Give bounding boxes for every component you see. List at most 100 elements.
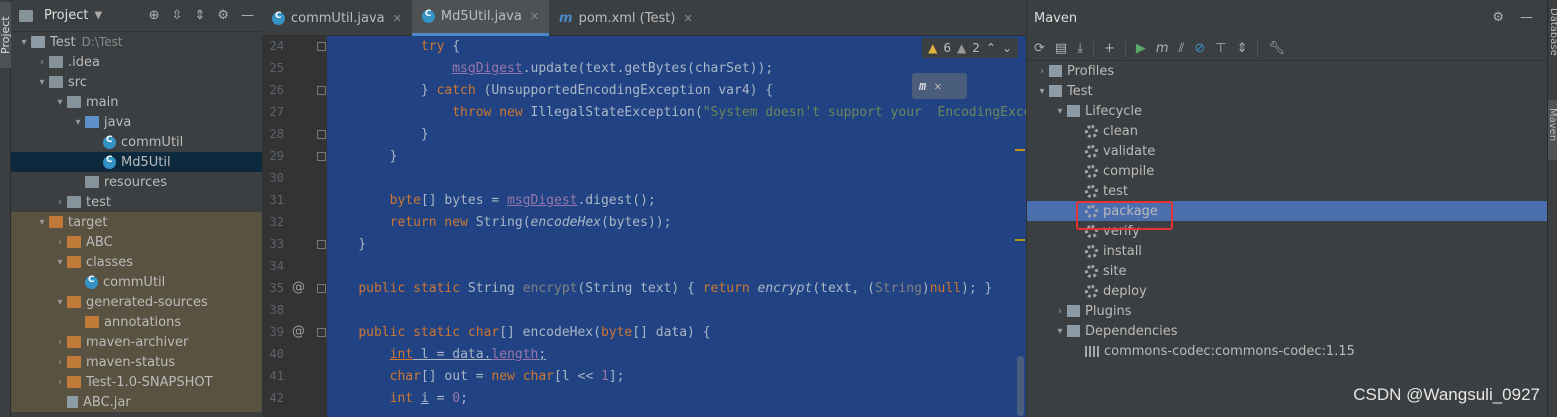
code-line[interactable]: } [327,146,398,168]
maven-tree-item[interactable]: › Profiles [1027,61,1547,81]
expand-arrow-icon[interactable]: ▾ [53,257,67,268]
project-tree-item[interactable]: commUtil [11,272,262,292]
expand-arrow-icon[interactable]: › [53,197,67,208]
line-number[interactable]: 33 [262,237,284,251]
line-number[interactable]: 42 [262,391,284,405]
hide-icon[interactable]: — [1520,10,1533,25]
code-line[interactable]: char[] out = new char[l << 1]; [327,366,625,388]
project-tree-item[interactable]: annotations [11,312,262,332]
project-tree-item[interactable]: ABC.jar [11,392,262,412]
expand-arrow-icon[interactable]: ▾ [1053,326,1067,337]
line-number[interactable]: 31 [262,193,284,207]
expand-arrow-icon[interactable]: › [53,337,67,348]
editor-tab[interactable]: m pom.xml (Test) ✕ [549,0,703,36]
project-tree-item[interactable]: › maven-status [11,352,262,372]
add-icon[interactable]: + [1104,41,1115,56]
project-tree-item[interactable]: commUtil [11,132,262,152]
expand-arrow-icon[interactable]: ▾ [35,77,49,88]
line-number[interactable]: 30 [262,171,284,185]
expand-arrow-icon[interactable]: ▾ [35,217,49,228]
editor-tab[interactable]: Md5Util.java ✕ [411,0,550,36]
project-panel-title[interactable]: Project [44,8,88,23]
maven-reload-popup[interactable]: m ✕ [912,73,967,99]
wrench-icon[interactable]: 🔧︎ [1268,41,1285,56]
override-marker-icon[interactable]: @ [292,324,305,339]
maven-tree-item[interactable]: ▾ Test [1027,81,1547,101]
database-tool-tab[interactable]: Database [1548,8,1557,56]
warning-mark[interactable] [1015,239,1025,241]
line-number[interactable]: 29 [262,149,284,163]
expand-arrow-icon[interactable]: ▾ [1035,86,1049,97]
expand-arrow-icon[interactable]: ▾ [53,97,67,108]
maven-tree-item[interactable]: compile [1027,161,1547,181]
maven-tree-item[interactable]: validate [1027,141,1547,161]
skip-tests-icon[interactable]: ⊘ [1194,41,1205,56]
project-tree-item[interactable]: › ABC [11,232,262,252]
maven-tree-item[interactable]: › Plugins [1027,301,1547,321]
expand-arrow-icon[interactable]: › [53,237,67,248]
maven-reload-icon[interactable]: m [919,79,926,93]
code-editor[interactable]: ▲ 6 ▲ 2 ⌃ ⌄ m ✕ try { msgDigest.update(tex… [327,36,1026,417]
code-line[interactable]: msgDigest.update(text.getBytes(charSet))… [327,58,773,80]
project-tree-item[interactable]: ▾ main [11,92,262,112]
close-icon[interactable]: ✕ [530,10,539,23]
fold-icon[interactable] [317,328,326,337]
line-number[interactable]: 26 [262,83,284,97]
expand-arrow-icon[interactable]: › [53,377,67,388]
code-line[interactable]: try { [327,36,460,58]
collapse-all-icon[interactable]: ⇕ [1237,41,1248,56]
scrollbar[interactable] [1017,356,1024,416]
chevron-down-icon[interactable]: ▼ [94,10,102,21]
expand-arrow-icon[interactable]: ▾ [71,117,85,128]
fold-icon[interactable] [317,152,326,161]
line-number[interactable]: 39 [262,325,284,339]
run-icon[interactable]: ▶ [1136,41,1146,56]
download-icon[interactable]: ⤓ [1077,41,1083,56]
maven-tree-item[interactable]: install [1027,241,1547,261]
expand-arrow-icon[interactable]: ▾ [1053,106,1067,117]
expand-arrow-icon[interactable]: ▾ [17,37,31,48]
maven-tree-item[interactable]: ▾ Dependencies [1027,321,1547,341]
code-line[interactable]: } catch (UnsupportedEncodingException va… [327,80,773,102]
locate-icon[interactable]: ⊕ [149,8,160,23]
hide-icon[interactable]: — [241,8,254,23]
line-number[interactable]: 32 [262,215,284,229]
project-tree-item[interactable]: ▾ classes [11,252,262,272]
code-line[interactable]: public static char[] encodeHex(byte[] da… [327,322,710,344]
fold-icon[interactable] [317,130,326,139]
project-tree-item[interactable]: ▾ target [11,212,262,232]
fold-icon[interactable] [317,86,326,95]
add-folder-icon[interactable]: ▤ [1055,41,1067,56]
project-tree-item[interactable]: ▾ Test D:\Test [11,32,262,52]
maven-tree-item[interactable]: ▾ Lifecycle [1027,101,1547,121]
line-number[interactable]: 27 [262,105,284,119]
code-line[interactable]: int i = 0; [327,388,468,410]
fold-icon[interactable] [317,284,326,293]
editor-tab[interactable]: commUtil.java ✕ [262,0,412,36]
expand-arrow-icon[interactable]: › [53,357,67,368]
maven-tool-tab[interactable]: Maven [1547,100,1557,160]
chevron-up-icon[interactable]: ⌃ [986,41,996,55]
code-line[interactable]: int l = data.length; [327,344,547,366]
line-number[interactable]: 25 [262,61,284,75]
maven-tree-item[interactable]: site [1027,261,1547,281]
expand-arrow-icon[interactable]: › [35,57,49,68]
gear-icon[interactable]: ⚙ [1492,10,1504,25]
maven-tree-item[interactable]: test [1027,181,1547,201]
project-tree-item[interactable]: ▾ java [11,112,262,132]
project-tree-item[interactable]: › Test-1.0-SNAPSHOT [11,372,262,392]
gear-icon[interactable]: ⚙ [217,8,229,23]
project-tree-item[interactable]: resources [11,172,262,192]
code-line[interactable]: throw new IllegalStateException("System … [327,102,1026,124]
override-marker-icon[interactable]: @ [292,280,305,295]
close-icon[interactable]: ✕ [683,12,692,25]
maven-tree-item[interactable]: clean [1027,121,1547,141]
maven-tree-item[interactable]: commons-codec:commons-codec:1.15 [1027,341,1547,361]
line-number[interactable]: 41 [262,369,284,383]
execute-goal-icon[interactable]: m [1156,41,1169,56]
expand-arrow-icon[interactable]: › [1035,66,1049,77]
show-dependencies-icon[interactable]: ⊤ [1215,41,1226,56]
inspection-widget[interactable]: ▲ 6 ▲ 2 ⌃ ⌄ [922,38,1018,58]
code-line[interactable]: public static String encrypt(String text… [327,278,992,300]
code-line[interactable]: byte[] bytes = msgDigest.digest(); [327,190,656,212]
